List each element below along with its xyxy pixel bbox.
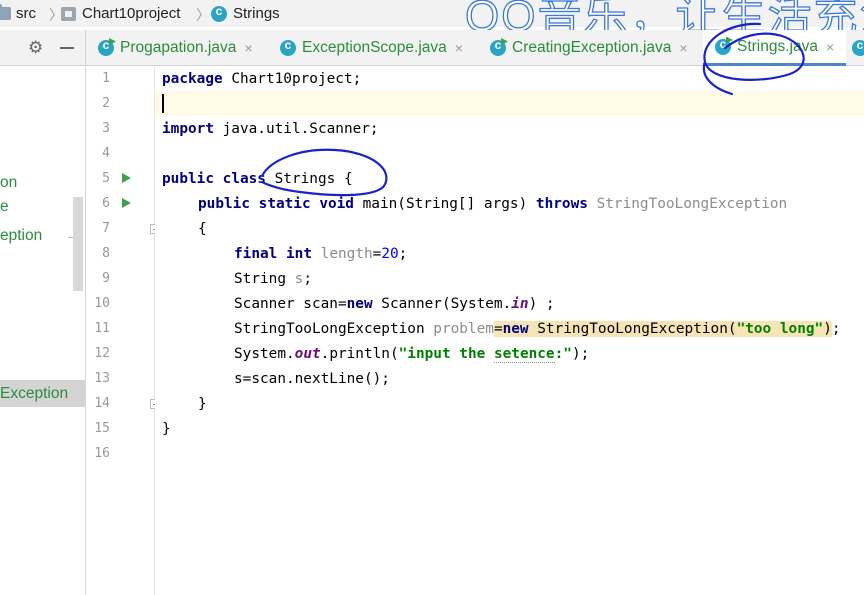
- folder-icon: [0, 4, 11, 20]
- tab-label: Strings.java: [737, 37, 818, 55]
- breadcrumb-separator-icon: 〉: [196, 8, 210, 24]
- navigation-bar: src 〉 Chart10project 〉 Strings: [0, 0, 864, 27]
- code-line-7: {: [198, 221, 207, 237]
- code-line-14: }: [198, 396, 207, 412]
- current-line-highlight: [155, 91, 864, 116]
- line-number: 4: [102, 146, 110, 161]
- tab-label: CreatingException.java: [512, 39, 672, 56]
- gear-icon[interactable]: ⚙: [28, 38, 43, 58]
- breadcrumb-package[interactable]: Chart10project: [61, 0, 180, 27]
- close-icon[interactable]: ×: [826, 39, 834, 55]
- code-line-6: public static void main(String[] args) t…: [198, 196, 788, 212]
- tab-overflow[interactable]: [846, 30, 864, 66]
- tab-creatingexception[interactable]: CreatingException.java ×: [478, 30, 688, 66]
- code-line-15: }: [162, 421, 171, 437]
- line-number: 13: [94, 371, 110, 386]
- code-line-9: String s;: [234, 271, 312, 287]
- line-number: 7: [102, 221, 110, 236]
- project-item[interactable]: eption: [0, 227, 42, 245]
- code-line-11: StringTooLongException problem=new Strin…: [234, 321, 841, 337]
- code-line-10: Scanner scan=new Scanner(System.in) ;: [234, 296, 555, 312]
- code-line-1: package Chart10project;: [162, 71, 362, 87]
- code-line-13: s=scan.nextLine();: [234, 371, 390, 387]
- code-line-5: public class Strings {: [162, 171, 353, 187]
- line-number: 15: [94, 421, 110, 436]
- breadcrumb-src[interactable]: src: [0, 0, 36, 27]
- breadcrumb-src-label: src: [16, 5, 36, 22]
- class-icon: [715, 36, 733, 55]
- tab-label: Progapation.java: [120, 39, 237, 56]
- breadcrumb-class-label: Strings: [233, 5, 280, 22]
- tab-label: ExceptionScope.java: [302, 39, 447, 56]
- class-icon: [211, 4, 227, 22]
- close-icon[interactable]: ×: [244, 40, 252, 56]
- project-item-selected[interactable]: Exception: [0, 380, 85, 407]
- project-panel: on e eption Exception: [0, 67, 86, 595]
- line-number: 14: [94, 396, 110, 411]
- line-number: 8: [102, 246, 110, 261]
- minimize-icon[interactable]: [60, 47, 74, 49]
- run-icon[interactable]: [122, 173, 131, 183]
- breadcrumb-class[interactable]: Strings: [211, 0, 280, 27]
- class-icon: [280, 38, 296, 56]
- tab-exceptionscope[interactable]: ExceptionScope.java ×: [268, 30, 463, 66]
- code-line-8: final int length=20;: [234, 246, 408, 262]
- project-item[interactable]: on: [0, 174, 17, 192]
- close-icon[interactable]: ×: [679, 40, 687, 56]
- class-icon: [98, 38, 116, 56]
- line-number: 2: [102, 96, 110, 111]
- line-number: 11: [94, 321, 110, 336]
- line-number: 3: [102, 121, 110, 136]
- panel-scrollbar[interactable]: [73, 197, 83, 291]
- class-icon: [852, 38, 864, 56]
- code-line-12: System.out.println("input the setence:")…: [234, 346, 590, 363]
- package-icon: [61, 6, 76, 21]
- line-number: 1: [102, 71, 110, 86]
- line-number: 5: [102, 171, 110, 186]
- line-number: 9: [102, 271, 110, 286]
- class-icon: [490, 38, 508, 56]
- line-number: 10: [94, 296, 110, 311]
- line-number: 16: [94, 446, 110, 461]
- tab-strings[interactable]: Strings.java ×: [703, 30, 846, 66]
- tab-progapation[interactable]: Progapation.java ×: [86, 30, 253, 66]
- code-editor[interactable]: package Chart10project; import java.util…: [155, 67, 864, 595]
- line-number: 12: [94, 346, 110, 361]
- editor-gutter: 1 2 3 4 5 6 7 8 9 10 11 12 13 14 15 16: [87, 67, 160, 595]
- text-cursor: [162, 94, 164, 113]
- panel-toolbar: ⚙: [0, 30, 86, 66]
- editor-tab-bar: ⚙ Progapation.java × ExceptionScope.java…: [0, 30, 864, 66]
- project-item[interactable]: e: [0, 198, 9, 216]
- run-icon[interactable]: [122, 198, 131, 208]
- line-number: 6: [102, 196, 110, 211]
- breadcrumb-package-label: Chart10project: [82, 5, 181, 22]
- code-line-3: import java.util.Scanner;: [162, 121, 379, 137]
- close-icon[interactable]: ×: [455, 40, 463, 56]
